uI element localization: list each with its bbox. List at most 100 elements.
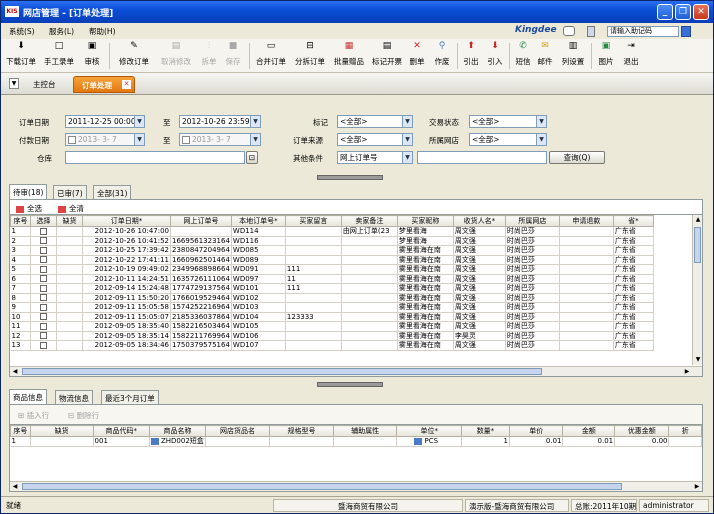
aux-attr-cell[interactable]: [333, 436, 398, 447]
row-checkbox[interactable]: [40, 303, 47, 311]
audit-button[interactable]: ▣ 审核: [81, 41, 103, 71]
column-header[interactable]: 序号: [10, 215, 31, 227]
edit-order-button[interactable]: ✎ 修改订单: [115, 41, 153, 71]
tab-home[interactable]: 主控台: [33, 79, 56, 90]
order-source-select[interactable]: <全部> ▼: [337, 133, 413, 146]
column-header[interactable]: 选择: [30, 215, 57, 227]
lookup-icon[interactable]: [414, 437, 423, 445]
other-condition-input[interactable]: [417, 151, 547, 164]
select-cell[interactable]: [30, 340, 57, 351]
column-header[interactable]: 省*: [612, 215, 654, 227]
trade-status-select[interactable]: <全部> ▼: [469, 115, 547, 128]
product-code-cell[interactable]: 001: [93, 436, 150, 447]
close-tab-icon[interactable]: ✕: [122, 80, 131, 89]
row-checkbox[interactable]: [40, 237, 47, 244]
row-checkbox[interactable]: [40, 265, 47, 273]
chevron-down-icon[interactable]: ▼: [402, 152, 412, 163]
row-checkbox[interactable]: [40, 313, 47, 320]
column-header[interactable]: 优惠金额: [614, 425, 670, 437]
select-cell[interactable]: [30, 312, 57, 322]
chevron-down-icon[interactable]: ▼: [250, 134, 260, 145]
split-order-button[interactable]: ⊟ 分拆订单: [291, 41, 329, 71]
orders-vertical-scrollbar[interactable]: ▲ ▼: [692, 215, 702, 365]
select-cell[interactable]: [30, 321, 57, 332]
close-button[interactable]: ✕: [693, 4, 709, 20]
refresh-icon[interactable]: [563, 26, 575, 36]
chevron-down-icon[interactable]: ▼: [250, 116, 260, 127]
scroll-thumb[interactable]: [22, 483, 622, 490]
column-header[interactable]: 序号: [10, 425, 31, 437]
minimize-button[interactable]: _: [657, 4, 673, 20]
mark-select[interactable]: <全部> ▼: [337, 115, 413, 128]
download-order-button[interactable]: ⬇ 下载订单: [3, 41, 39, 71]
chevron-down-icon[interactable]: ▼: [536, 116, 546, 127]
table-row[interactable]: 9 2012-09-11 15:05:58 1574252216964 WD103 雾里…: [10, 302, 654, 313]
tab-logistics-info[interactable]: 物流信息: [55, 390, 93, 404]
column-header[interactable]: 卖家备注: [340, 215, 398, 227]
table-row[interactable]: 2 2012-10-26 10:41:52 1669561323164 WD116 梦里…: [10, 236, 654, 246]
scroll-right-icon[interactable]: ▶: [683, 368, 691, 376]
chevron-down-icon[interactable]: ▼: [402, 134, 412, 145]
order-date-from-field[interactable]: 2011-12-25 00:00 ▼: [65, 115, 145, 128]
tab-all[interactable]: 全部(31): [93, 185, 132, 199]
scroll-down-icon[interactable]: ▼: [694, 356, 702, 364]
product-name-cell[interactable]: ZHD002短盒: [149, 436, 206, 447]
mark-invoice-button[interactable]: ▤ 标记开票: [369, 41, 405, 71]
splitter-handle[interactable]: [317, 175, 383, 180]
select-cell[interactable]: [30, 226, 57, 237]
scroll-thumb[interactable]: [22, 368, 542, 375]
row-checkbox[interactable]: [40, 341, 47, 349]
column-header[interactable]: 订单日期*: [82, 215, 171, 227]
column-settings-button[interactable]: ▥ 列设置: [559, 41, 587, 71]
splitter-handle[interactable]: [317, 382, 383, 387]
scroll-right-icon[interactable]: ▶: [693, 483, 701, 491]
select-cell[interactable]: [30, 302, 57, 313]
quantity-cell[interactable]: 1: [461, 436, 510, 447]
table-row[interactable]: 1 001 ZHD002短盒 PCS 1 0.01 0.01 0.00: [10, 436, 702, 447]
shop-select[interactable]: <全部> ▼: [469, 133, 547, 146]
select-cell[interactable]: [30, 274, 57, 284]
discount-cell[interactable]: 0.00: [614, 436, 670, 447]
sms-button[interactable]: ✆ 短信: [513, 41, 533, 71]
table-row[interactable]: 7 2012-09-14 15:24:48 1774729137564 WD101 11…: [10, 283, 654, 294]
chevron-down-icon[interactable]: ▼: [536, 134, 546, 145]
manual-order-button[interactable]: □ 手工录单: [41, 41, 77, 71]
column-header[interactable]: 单价: [508, 425, 564, 437]
price-cell[interactable]: 0.01: [509, 436, 564, 447]
select-cell[interactable]: [30, 255, 57, 265]
table-row[interactable]: 8 2012-09-11 15:50:20 1766019529464 WD102 雾里…: [10, 293, 654, 303]
table-row[interactable]: 13 2012-09-05 18:34:46 1750379575164 WD107 雾…: [10, 340, 654, 351]
menu-service[interactable]: 服务(L): [49, 26, 74, 37]
select-cell[interactable]: [30, 236, 57, 246]
column-header[interactable]: 缺货: [29, 425, 94, 437]
chevron-down-icon[interactable]: ▼: [134, 116, 144, 127]
column-header[interactable]: 折: [668, 425, 702, 437]
column-header[interactable]: 所属网店: [504, 215, 560, 227]
lookup-icon[interactable]: [150, 437, 159, 445]
pay-date-to-field[interactable]: 2013- 3- 7 ▼: [179, 133, 261, 146]
pay-date-from-checkbox[interactable]: [68, 136, 76, 144]
export-button[interactable]: ⬆ 引出: [461, 41, 481, 71]
delete-row-button[interactable]: ⊟ 删除行: [68, 410, 99, 421]
picture-button[interactable]: ▣ 图片: [595, 41, 617, 71]
split-button[interactable]: ⫶ 拆单: [199, 41, 219, 71]
clear-all-button[interactable]: 全清: [58, 203, 84, 214]
spec-cell[interactable]: [269, 436, 334, 447]
insert-row-button[interactable]: ⊞ 插入行: [18, 410, 49, 421]
column-header[interactable]: 买家昵称: [396, 215, 454, 227]
column-header[interactable]: 缺货: [56, 215, 83, 227]
column-header[interactable]: 本地订单号*: [230, 215, 286, 227]
pay-date-from-field[interactable]: 2013- 3- 7 ▼: [65, 133, 145, 146]
scroll-thumb[interactable]: [694, 227, 701, 263]
save-button[interactable]: ■ 保存: [223, 41, 243, 71]
chevron-down-icon[interactable]: ▼: [134, 134, 144, 145]
scroll-up-icon[interactable]: ▲: [694, 216, 702, 224]
pay-date-to-checkbox[interactable]: [182, 136, 190, 144]
select-all-button[interactable]: 全选: [16, 203, 42, 214]
row-checkbox[interactable]: [40, 246, 47, 254]
batch-gift-button[interactable]: ▦ 批量赠品: [331, 41, 367, 71]
row-checkbox[interactable]: [40, 227, 47, 235]
row-checkbox[interactable]: [40, 284, 47, 292]
select-cell[interactable]: [30, 264, 57, 275]
shop-product-cell[interactable]: [205, 436, 271, 447]
